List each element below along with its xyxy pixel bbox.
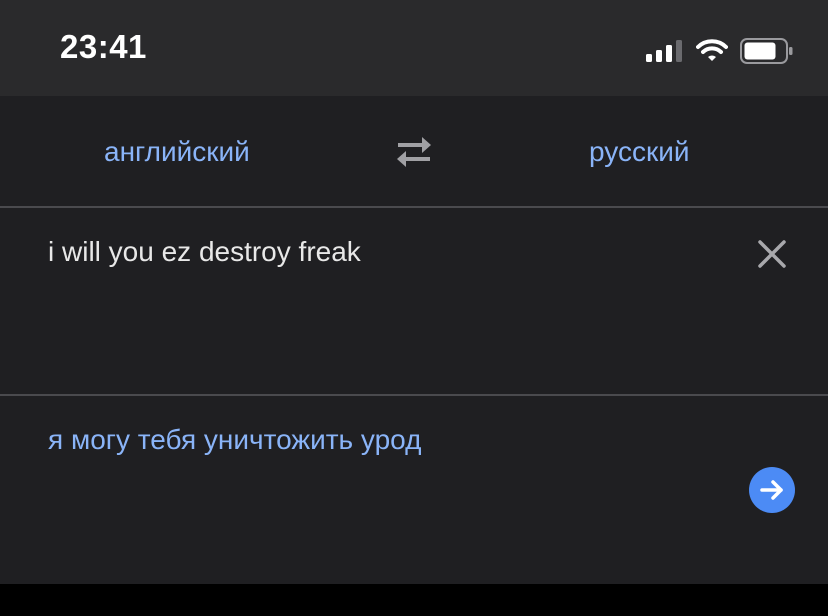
clear-button[interactable]: [752, 234, 792, 274]
source-language-button[interactable]: английский: [104, 136, 250, 168]
battery-icon: [740, 38, 793, 64]
close-icon: [758, 240, 786, 268]
status-icons: [646, 36, 794, 66]
status-time: 23:41: [60, 28, 147, 65]
wifi-icon: [696, 39, 728, 61]
translation-text: я могу тебя уничтожить урод: [48, 424, 422, 455]
arrow-right-icon: [760, 480, 783, 500]
status-bar: 23:41: [0, 0, 828, 96]
swap-arrows-icon: [397, 137, 431, 167]
target-language-button[interactable]: русский: [589, 136, 689, 168]
cellular-signal-icon: [646, 40, 682, 62]
output-area: я могу тебя уничтожить урод: [0, 396, 828, 584]
translate-screen: 23:41 английский русский i will you ez d…: [0, 0, 828, 616]
source-text-input[interactable]: i will you ez destroy freak: [48, 236, 708, 268]
input-area: i will you ez destroy freak: [0, 208, 828, 394]
open-translation-button[interactable]: [749, 467, 795, 513]
bottom-strip: [0, 584, 828, 616]
swap-languages-button[interactable]: [392, 134, 436, 170]
language-bar: английский русский: [0, 96, 828, 206]
